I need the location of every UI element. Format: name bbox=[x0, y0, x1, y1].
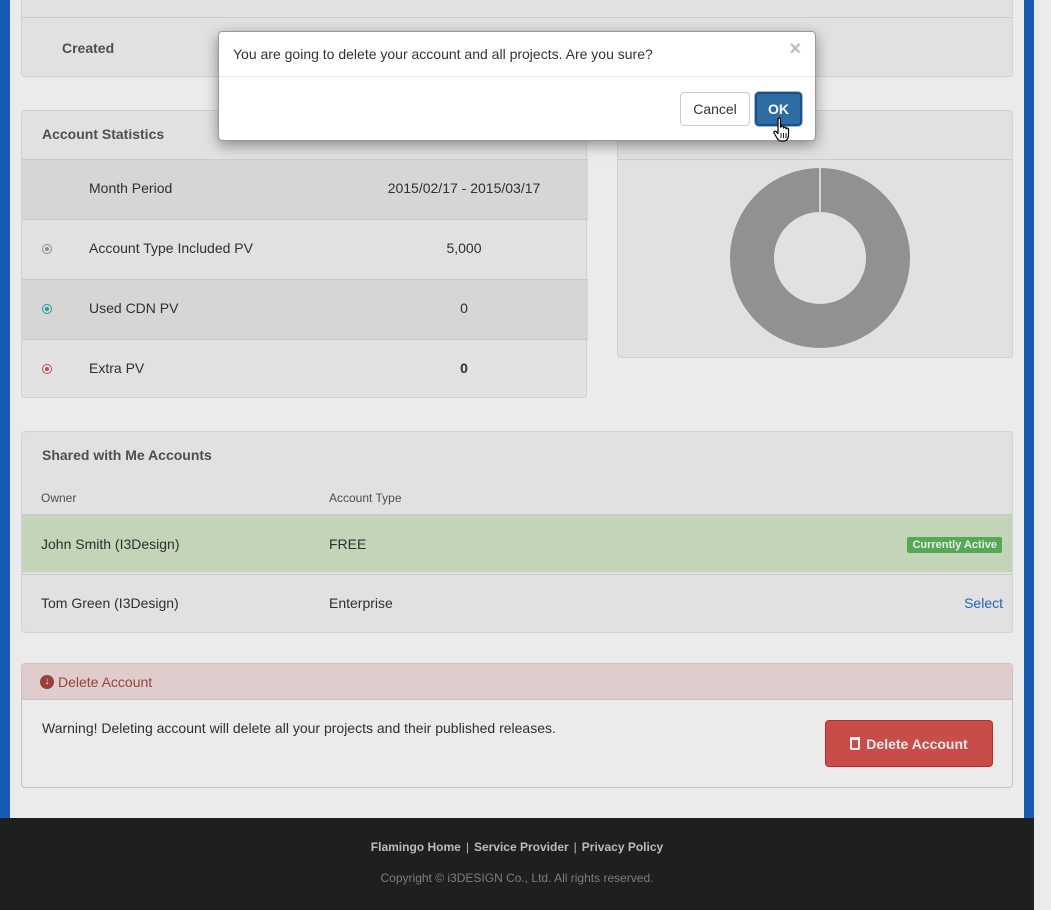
cancel-button[interactable]: Cancel bbox=[680, 92, 750, 126]
close-icon[interactable]: × bbox=[789, 38, 801, 61]
confirm-delete-dialog: You are going to delete your account and… bbox=[218, 31, 816, 141]
hand-pointer-cursor-icon bbox=[773, 117, 790, 142]
dialog-header: You are going to delete your account and… bbox=[219, 32, 815, 77]
dialog-message: You are going to delete your account and… bbox=[233, 46, 653, 62]
